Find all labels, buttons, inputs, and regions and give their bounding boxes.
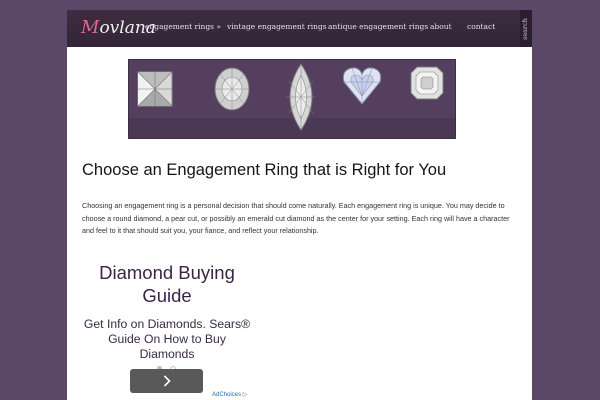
heart-diamond-icon xyxy=(342,67,382,105)
search-label: search xyxy=(521,18,529,40)
ad-description[interactable]: Get Info on Diamonds. Sears® Guide On Ho… xyxy=(82,317,252,362)
diamond-banner xyxy=(128,59,456,139)
round-diamond-icon xyxy=(214,67,250,111)
page-title: Choose an Engagement Ring that is Right … xyxy=(82,161,447,179)
nav-vintage-engagement-rings[interactable]: vintage engagement rings xyxy=(227,22,327,31)
ad-headline[interactable]: Diamond Buying Guide xyxy=(82,261,252,307)
intro-paragraph: Choosing an engagement ring is a persona… xyxy=(82,201,510,235)
ad-next-button[interactable] xyxy=(130,369,203,393)
nav-antique-engagement-rings[interactable]: antique engagement rings xyxy=(328,22,428,31)
asscher-diamond-icon xyxy=(410,66,444,100)
princess-cut-diamond-icon xyxy=(137,71,173,107)
nav-about[interactable]: about xyxy=(430,22,452,31)
top-navigation: Movlana engagement rings » vintage engag… xyxy=(67,10,532,47)
chevron-right-icon xyxy=(163,375,171,387)
adchoices-icon: ▷ xyxy=(242,392,248,398)
page: Movlana engagement rings » vintage engag… xyxy=(67,10,532,400)
nav-contact[interactable]: contact xyxy=(467,22,495,31)
search-tab[interactable]: search xyxy=(520,10,532,47)
adchoices-link[interactable]: AdChoices ▷ xyxy=(212,391,247,398)
marquise-diamond-icon xyxy=(286,63,316,131)
nav-engagement-rings[interactable]: engagement rings » xyxy=(145,22,221,31)
